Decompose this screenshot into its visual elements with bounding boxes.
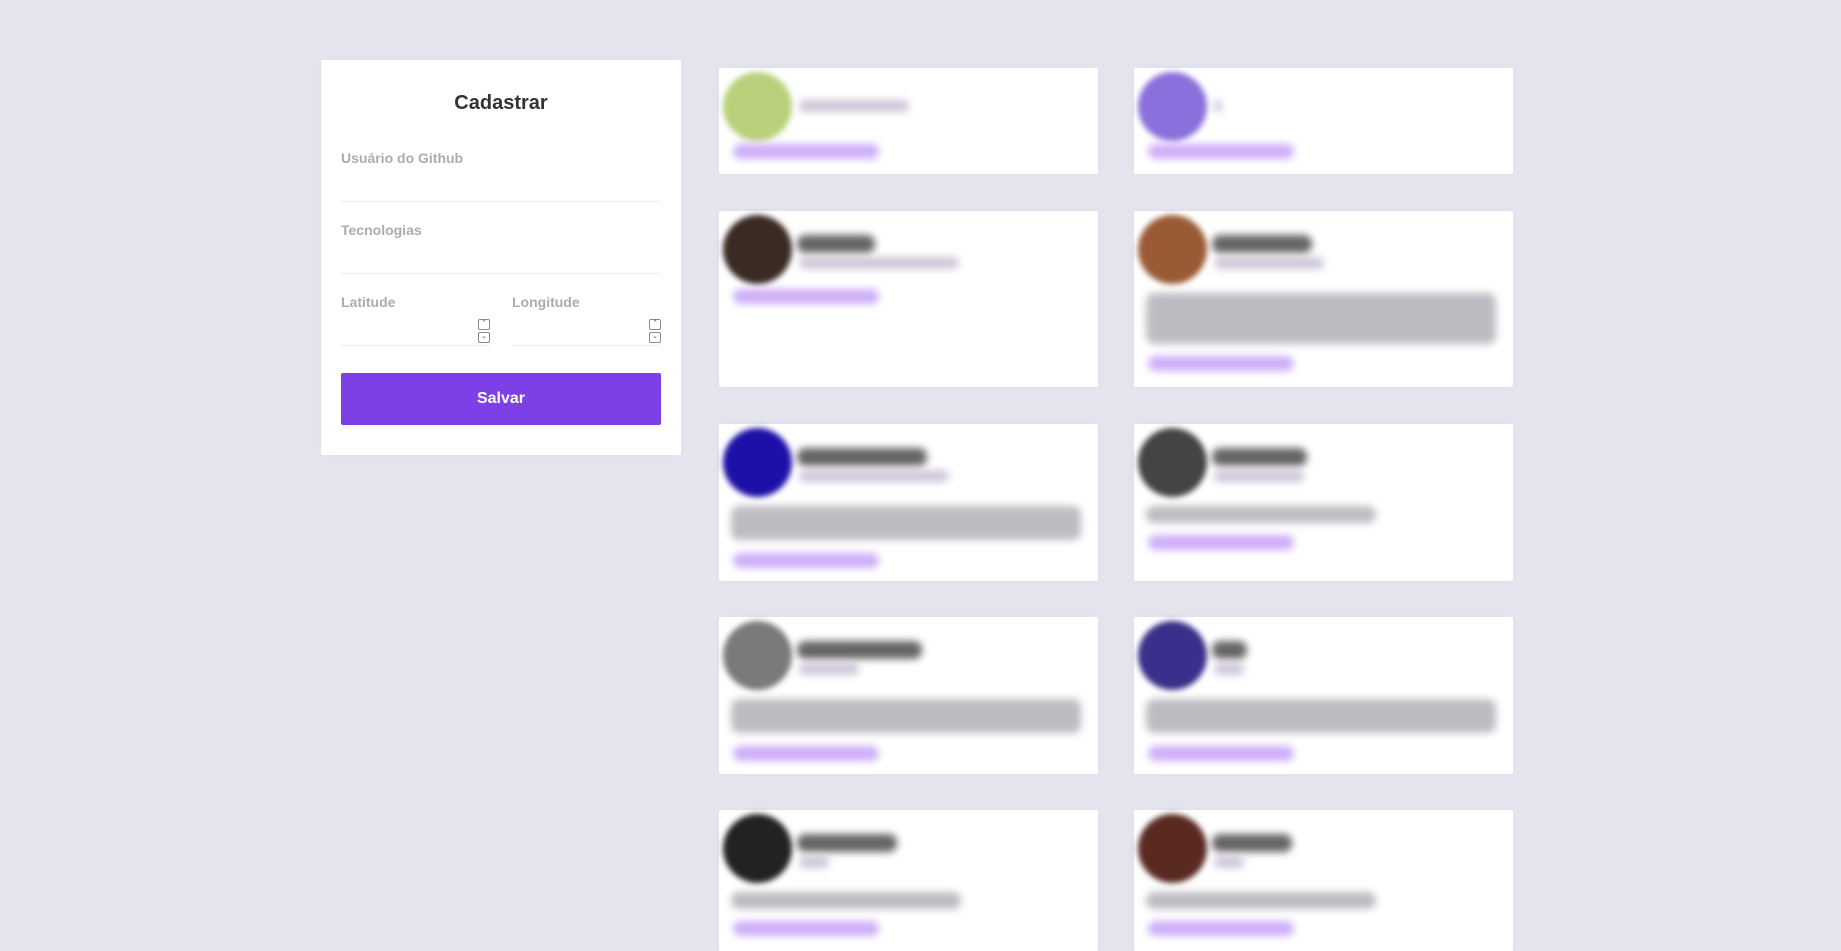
github-profile-link[interactable] xyxy=(733,144,879,159)
avatar xyxy=(723,621,792,690)
latitude-input[interactable] xyxy=(341,317,490,343)
github-profile-link[interactable] xyxy=(1148,535,1294,550)
dev-techs-redacted xyxy=(1214,257,1324,269)
longitude-decrement-icon[interactable]: ⌄ xyxy=(649,332,661,343)
dev-name-redacted xyxy=(797,641,922,659)
dev-name-redacted xyxy=(1212,641,1247,659)
dev-card xyxy=(719,211,1098,387)
github-username-input[interactable] xyxy=(341,173,661,199)
longitude-spinner[interactable]: ⌃ ⌄ xyxy=(649,319,661,345)
techs-field: Tecnologias xyxy=(341,222,661,274)
dev-techs-redacted xyxy=(1214,663,1244,675)
dev-card xyxy=(1134,68,1513,174)
avatar xyxy=(723,428,792,497)
avatar xyxy=(1138,428,1207,497)
dev-techs-redacted xyxy=(799,470,949,482)
github-profile-link[interactable] xyxy=(1148,144,1294,159)
dev-techs-redacted xyxy=(1214,856,1244,868)
dev-name-redacted xyxy=(799,100,909,112)
dev-bio-redacted xyxy=(731,506,1081,540)
longitude-underline xyxy=(512,345,661,346)
register-form: Cadastrar Usuário do Github Tecnologias … xyxy=(321,60,681,455)
dev-techs-redacted xyxy=(799,663,859,675)
latitude-underline xyxy=(341,345,490,346)
avatar xyxy=(1138,621,1207,690)
dev-bio-redacted xyxy=(731,699,1081,733)
avatar xyxy=(723,814,792,883)
avatar xyxy=(1138,215,1207,284)
dev-name-redacted xyxy=(797,235,875,253)
dev-name-redacted xyxy=(1212,235,1312,253)
latitude-spinner[interactable]: ⌃ ⌄ xyxy=(478,319,490,345)
dev-techs-redacted xyxy=(1214,470,1304,482)
github-profile-link[interactable] xyxy=(733,921,879,936)
avatar xyxy=(723,215,792,284)
dev-name-redacted xyxy=(797,448,927,466)
dev-bio-redacted xyxy=(1146,892,1376,909)
dev-bio-redacted xyxy=(1146,506,1376,523)
latitude-increment-icon[interactable]: ⌃ xyxy=(478,319,490,330)
dev-techs-redacted xyxy=(799,257,959,269)
dev-card xyxy=(719,424,1098,581)
latitude-label: Latitude xyxy=(341,294,396,310)
techs-input[interactable] xyxy=(341,245,661,271)
techs-label: Tecnologias xyxy=(341,222,422,238)
avatar xyxy=(1138,72,1207,141)
github-username-field: Usuário do Github xyxy=(341,150,661,202)
github-username-underline xyxy=(341,201,661,202)
dev-bio-redacted xyxy=(1146,699,1496,733)
github-profile-link[interactable] xyxy=(1148,921,1294,936)
longitude-increment-icon[interactable]: ⌃ xyxy=(649,319,661,330)
save-button[interactable]: Salvar xyxy=(341,373,661,425)
dev-card xyxy=(1134,617,1513,774)
dev-name-redacted xyxy=(1212,448,1307,466)
longitude-field: Longitude ⌃ ⌄ xyxy=(512,294,661,346)
avatar xyxy=(1138,814,1207,883)
dev-card xyxy=(1134,424,1513,581)
dev-techs-redacted xyxy=(799,856,829,868)
github-username-label: Usuário do Github xyxy=(341,150,464,166)
form-title: Cadastrar xyxy=(454,92,548,114)
github-profile-link[interactable] xyxy=(733,289,879,304)
dev-card xyxy=(1134,810,1513,951)
dev-card xyxy=(719,617,1098,774)
latitude-decrement-icon[interactable]: ⌄ xyxy=(478,332,490,343)
dev-name-redacted xyxy=(797,834,897,852)
latitude-field: Latitude ⌃ ⌄ xyxy=(341,294,490,346)
github-profile-link[interactable] xyxy=(1148,356,1294,371)
dev-card xyxy=(719,68,1098,174)
dev-card xyxy=(1134,211,1513,387)
github-profile-link[interactable] xyxy=(733,746,879,761)
avatar xyxy=(723,72,792,141)
dev-bio-redacted xyxy=(1146,293,1496,344)
dev-bio-redacted xyxy=(731,892,961,909)
github-profile-link[interactable] xyxy=(733,553,879,568)
longitude-label: Longitude xyxy=(512,294,580,310)
longitude-input[interactable] xyxy=(512,317,661,343)
dev-name-redacted xyxy=(1212,834,1292,852)
dev-card xyxy=(719,810,1098,951)
techs-underline xyxy=(341,273,661,274)
github-profile-link[interactable] xyxy=(1148,746,1294,761)
dev-name-redacted xyxy=(1214,100,1222,112)
